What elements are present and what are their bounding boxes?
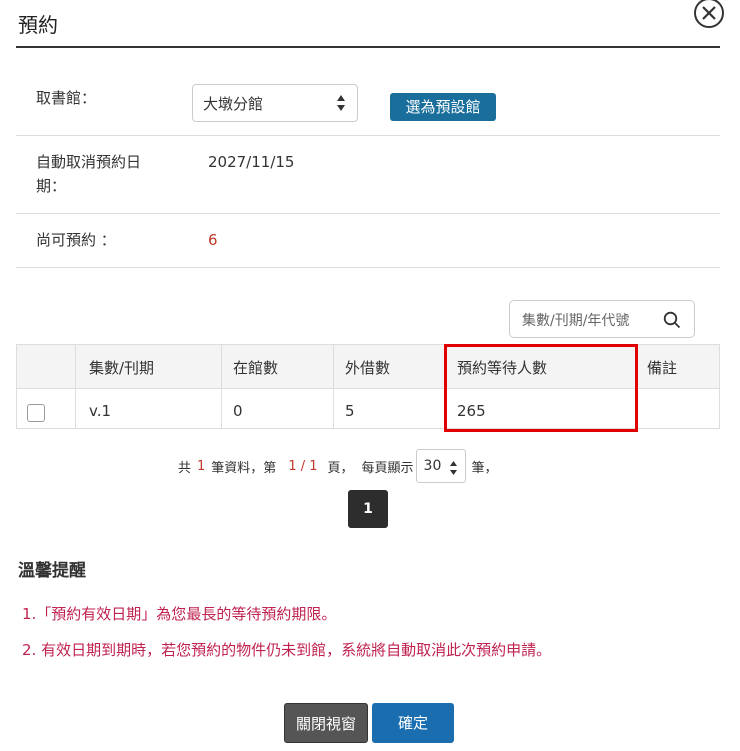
header-volume: 集數/刊期	[89, 359, 155, 377]
pagination-info: 共 1 筆資料，第 1 / 1 頁， 每頁顯示 30 筆，	[178, 449, 498, 483]
auto-cancel-label-line1: 自動取消預約日	[36, 153, 142, 171]
auto-cancel-label-line2: 期：	[36, 177, 67, 195]
dialog-header: 預約	[16, 0, 724, 48]
row-checkbox[interactable]	[27, 404, 45, 422]
confirm-button[interactable]: 確定	[372, 703, 454, 743]
auto-cancel-date: 2027/11/15	[208, 153, 295, 171]
pickup-library-value: 大墩分館	[203, 95, 264, 113]
remaining-label: 尚可預約 ：	[36, 231, 116, 249]
pickup-library-select[interactable]: 大墩分館	[192, 84, 358, 122]
pickup-label: 取書館：	[36, 89, 97, 107]
set-default-library-button[interactable]: 選為預設館	[390, 93, 496, 121]
search-placeholder: 集數/刊期/年代號	[522, 313, 630, 329]
per-page-select[interactable]: 30	[415, 449, 466, 483]
dialog-title: 預約	[18, 13, 58, 37]
close-button[interactable]	[694, 0, 724, 28]
pager-page-text: 頁，	[327, 460, 354, 476]
select-arrows-icon	[449, 461, 457, 475]
page-button-1[interactable]: 1	[348, 490, 388, 528]
per-page-value: 30	[423, 458, 442, 474]
header-in-library: 在館數	[233, 359, 279, 377]
header-note: 備註	[647, 359, 678, 377]
select-arrows-icon	[337, 95, 345, 111]
column-divider	[333, 345, 334, 428]
search-icon[interactable]	[663, 311, 681, 329]
notice-item-2: 2. 有效日期到期時，若您預約的物件仍未到館，系統將自動取消此次預約申請。	[22, 641, 552, 659]
header-on-loan: 外借數	[345, 359, 391, 377]
pager-records-text: 筆資料，第	[211, 460, 277, 476]
cell-on-loan: 5	[345, 402, 355, 420]
pager-suffix: 筆，	[471, 460, 498, 476]
remaining-count: 6	[208, 231, 218, 249]
column-divider	[75, 345, 76, 428]
cell-volume: v.1	[89, 402, 112, 420]
pager-current: 1 / 1	[288, 458, 318, 474]
auto-cancel-row: 自動取消預約日 期： 2027/11/15	[16, 136, 720, 214]
auto-cancel-label: 自動取消預約日 期：	[36, 150, 141, 198]
waiting-highlight-box	[444, 344, 638, 432]
volume-search-input[interactable]: 集數/刊期/年代號	[509, 300, 695, 338]
close-window-button[interactable]: 關閉視窗	[284, 703, 368, 743]
column-divider	[221, 345, 222, 428]
notice-title: 溫馨提醒	[18, 561, 86, 581]
close-icon	[702, 6, 716, 20]
remaining-row: 尚可預約 ： 6	[16, 214, 720, 268]
pager-per-page-text: 每頁顯示	[361, 460, 414, 476]
cell-in-library: 0	[233, 402, 243, 420]
pager-prefix: 共	[178, 460, 192, 476]
pager-total: 1	[197, 458, 206, 474]
notice-item-1: 1.「預約有效日期」為您最長的等待預約期限。	[22, 605, 337, 623]
pickup-row: 取書館：	[16, 48, 720, 136]
